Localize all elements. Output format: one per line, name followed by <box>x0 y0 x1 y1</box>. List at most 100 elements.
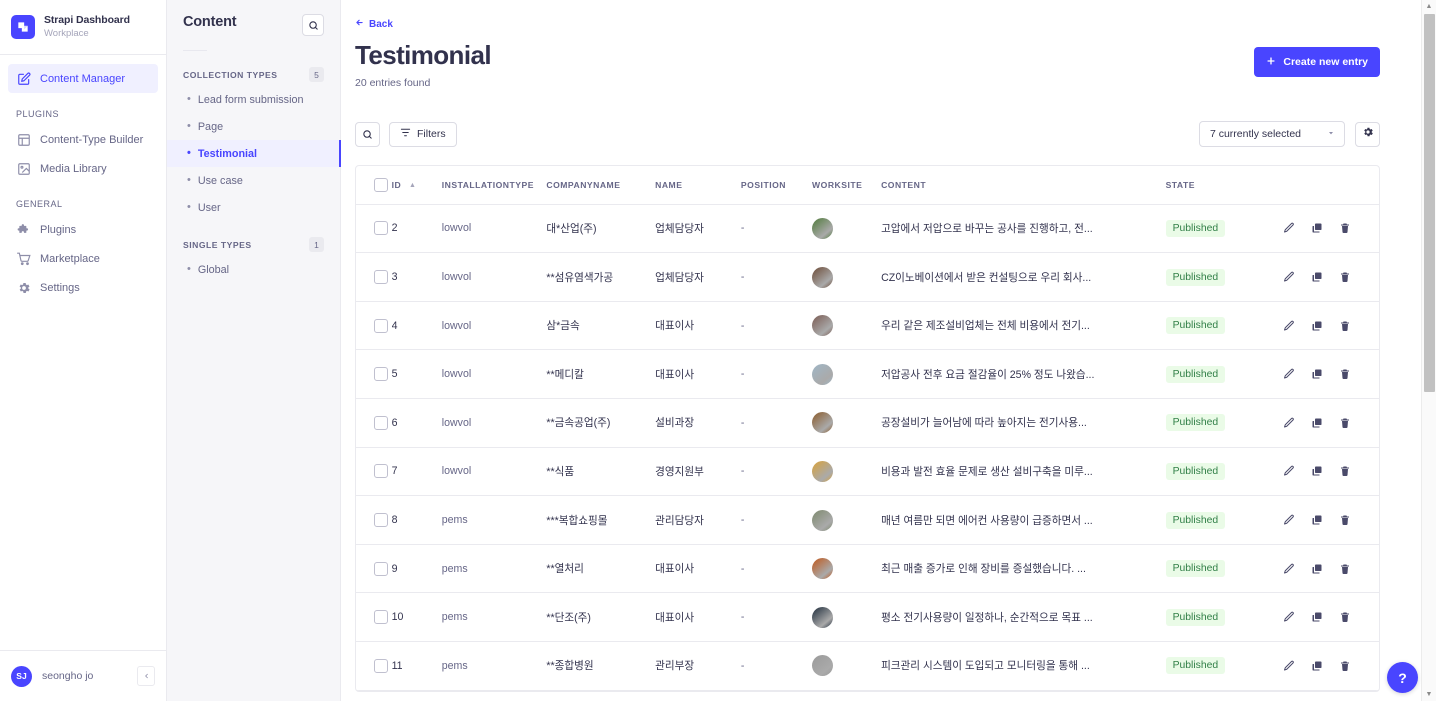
row-checkbox[interactable] <box>374 610 388 624</box>
scrollbar-thumb[interactable] <box>1424 14 1435 392</box>
help-button[interactable]: ? <box>1387 662 1418 693</box>
copy-icon[interactable] <box>1311 368 1323 380</box>
copy-icon[interactable] <box>1311 514 1323 526</box>
select-all-checkbox[interactable] <box>374 178 388 192</box>
pencil-icon[interactable] <box>1283 514 1295 526</box>
copy-icon[interactable] <box>1311 660 1323 672</box>
copy-icon[interactable] <box>1311 611 1323 623</box>
trash-icon[interactable] <box>1339 417 1351 429</box>
field-select[interactable]: 7 currently selected <box>1199 121 1345 147</box>
content-nav-item-testimonial[interactable]: • Testimonial <box>167 140 340 167</box>
header-id[interactable]: ID ▲ <box>392 166 442 204</box>
pencil-icon[interactable] <box>1283 660 1295 672</box>
sidebar-user-row[interactable]: SJ seongho jo <box>0 650 166 701</box>
row-checkbox[interactable] <box>374 464 388 478</box>
cell-actions <box>1283 399 1379 448</box>
search-input[interactable] <box>355 122 380 147</box>
brand-header[interactable]: Strapi Dashboard Workplace <box>0 0 166 55</box>
trash-icon[interactable] <box>1339 320 1351 332</box>
trash-icon[interactable] <box>1339 514 1351 526</box>
bullet-icon: • <box>187 121 191 132</box>
row-checkbox[interactable] <box>374 416 388 430</box>
row-checkbox[interactable] <box>374 562 388 576</box>
pencil-icon[interactable] <box>1283 563 1295 575</box>
sidebar-item-media-library[interactable]: Media Library <box>8 154 158 183</box>
page-scrollbar[interactable]: ▲ ▼ <box>1421 0 1436 701</box>
content-nav-item-use-case[interactable]: • Use case <box>167 167 340 194</box>
row-checkbox[interactable] <box>374 367 388 381</box>
row-checkbox[interactable] <box>374 270 388 284</box>
cell-id: 9 <box>392 544 442 593</box>
sidebar-item-marketplace[interactable]: Marketplace <box>8 244 158 273</box>
row-select-cell <box>356 642 392 691</box>
row-checkbox[interactable] <box>374 221 388 235</box>
table-row[interactable]: 10pems**단조(주)대표이사-평소 전기사용량이 일정하나, 순간적으로 … <box>356 593 1379 642</box>
table-row[interactable]: 6lowvol**금속공업(주)설비과장-공장설비가 늘어남에 따라 높아지는 … <box>356 399 1379 448</box>
filters-button[interactable]: Filters <box>389 122 457 147</box>
content-nav-item-global[interactable]: • Global <box>167 256 340 283</box>
sidebar-item-settings[interactable]: Settings <box>8 273 158 302</box>
trash-icon[interactable] <box>1339 368 1351 380</box>
table-row[interactable]: 5lowvol**메디칼대표이사-저압공사 전후 요금 절감율이 25% 정도 … <box>356 350 1379 399</box>
content-nav-group-single-types: SINGLE TYPES 1 <box>167 221 340 256</box>
header-installationtype[interactable]: INSTALLATIONTYPE <box>442 166 547 204</box>
sidebar-item-content-type-builder[interactable]: Content-Type Builder <box>8 125 158 154</box>
caret-up-icon: ▲ <box>409 182 416 189</box>
scroll-up-arrow-icon[interactable]: ▲ <box>1422 0 1436 13</box>
table-head: ID ▲ INSTALLATIONTYPE COMPANYNAME NAME P… <box>356 166 1379 204</box>
table-settings-button[interactable] <box>1355 122 1380 147</box>
header-position[interactable]: POSITION <box>741 166 812 204</box>
create-new-entry-label: Create new entry <box>1283 56 1368 68</box>
content-nav-item-lead-form-submission[interactable]: • Lead form submission <box>167 86 340 113</box>
back-link[interactable]: Back <box>355 0 1380 30</box>
pencil-icon[interactable] <box>1283 611 1295 623</box>
copy-icon[interactable] <box>1311 563 1323 575</box>
trash-icon[interactable] <box>1339 465 1351 477</box>
table-row[interactable]: 2lowvol대*산업(주)업체담당자-고압에서 저압으로 바꾸는 공사를 진행… <box>356 204 1379 253</box>
plus-icon <box>1266 56 1276 69</box>
header-companyname[interactable]: COMPANYNAME <box>546 166 655 204</box>
trash-icon[interactable] <box>1339 222 1351 234</box>
copy-icon[interactable] <box>1311 417 1323 429</box>
header-worksite[interactable]: WORKSITE <box>812 166 881 204</box>
pencil-icon[interactable] <box>1283 222 1295 234</box>
table-row[interactable]: 9pems**열처리대표이사-최근 매출 증가로 인해 장비를 증설했습니다. … <box>356 544 1379 593</box>
sidebar-item-plugins[interactable]: Plugins <box>8 215 158 244</box>
pencil-icon[interactable] <box>1283 368 1295 380</box>
trash-icon[interactable] <box>1339 271 1351 283</box>
content-nav-panel: Content COLLECTION TYPES 5 • Lead form s… <box>167 0 341 701</box>
table-row[interactable]: 11pems**종합병원관리부장-피크관리 시스템이 도입되고 모니터링을 통해… <box>356 642 1379 691</box>
content-nav-item-page[interactable]: • Page <box>167 113 340 140</box>
pencil-icon[interactable] <box>1283 320 1295 332</box>
create-new-entry-button[interactable]: Create new entry <box>1254 47 1380 77</box>
pencil-icon[interactable] <box>1283 417 1295 429</box>
table-row[interactable]: 4lowvol삼*금속대표이사-우리 같은 제조설비업체는 전체 비용에서 전기… <box>356 301 1379 350</box>
row-checkbox[interactable] <box>374 513 388 527</box>
copy-icon[interactable] <box>1311 271 1323 283</box>
worksite-avatar-icon <box>812 607 833 628</box>
copy-icon[interactable] <box>1311 465 1323 477</box>
table-row[interactable]: 8pems***복합쇼핑몰관리담당자-매년 여름만 되면 에어컨 사용량이 급증… <box>356 496 1379 545</box>
content-nav-item-user[interactable]: • User <box>167 194 340 221</box>
trash-icon[interactable] <box>1339 563 1351 575</box>
header-content[interactable]: CONTENT <box>881 166 1166 204</box>
table-row[interactable]: 3lowvol**섬유염색가공업체담당자-CZ이노베이션에서 받은 컨설팅으로 … <box>356 253 1379 302</box>
row-checkbox[interactable] <box>374 659 388 673</box>
scroll-down-arrow-icon[interactable]: ▼ <box>1422 688 1436 701</box>
sidebar-item-content-manager[interactable]: Content Manager <box>8 64 158 93</box>
table-row[interactable]: 7lowvol**식품경영지원부-비용과 발전 효율 문제로 생산 설비구축을 … <box>356 447 1379 496</box>
group-label: COLLECTION TYPES <box>183 70 277 80</box>
copy-icon[interactable] <box>1311 222 1323 234</box>
chevron-left-icon[interactable] <box>137 666 155 686</box>
search-icon[interactable] <box>302 14 324 36</box>
copy-icon[interactable] <box>1311 320 1323 332</box>
trash-icon[interactable] <box>1339 660 1351 672</box>
header-name[interactable]: NAME <box>655 166 741 204</box>
trash-icon[interactable] <box>1339 611 1351 623</box>
pencil-icon[interactable] <box>1283 271 1295 283</box>
row-checkbox[interactable] <box>374 319 388 333</box>
pencil-icon[interactable] <box>1283 465 1295 477</box>
row-action-group <box>1283 660 1379 672</box>
cell-content: 평소 전기사용량이 일정하나, 순간적으로 목표 ... <box>881 593 1166 642</box>
header-state[interactable]: STATE <box>1166 166 1283 204</box>
